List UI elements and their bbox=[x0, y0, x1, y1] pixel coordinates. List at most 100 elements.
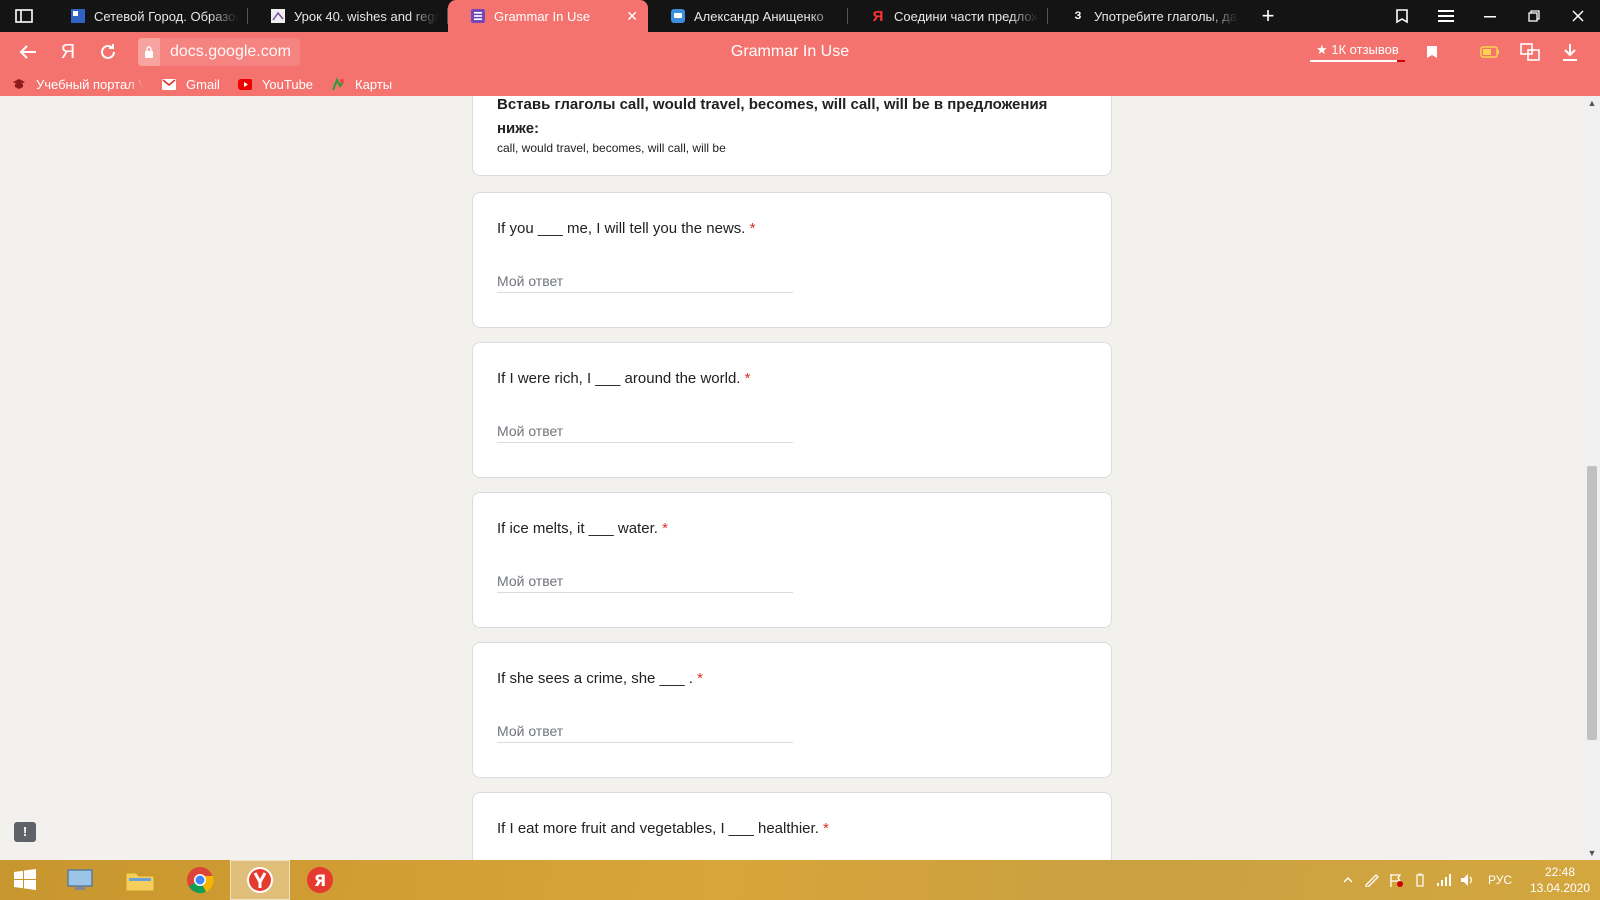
instructions-subtext: call, would travel, becomes, will call, … bbox=[497, 141, 726, 155]
svg-text:Я: Я bbox=[314, 871, 326, 890]
bookmark-page-button[interactable] bbox=[1418, 40, 1446, 64]
taskbar-control-panel[interactable] bbox=[50, 860, 110, 900]
plus-icon: + bbox=[1261, 3, 1275, 28]
tab-title: Сетевой Город. Образова bbox=[94, 8, 238, 24]
battery-tray-button[interactable] bbox=[1408, 873, 1432, 887]
show-hidden-icons-button[interactable] bbox=[1336, 877, 1360, 883]
pen-icon bbox=[1365, 874, 1379, 887]
collections-button[interactable] bbox=[1380, 0, 1424, 32]
required-asterisk: * bbox=[749, 220, 756, 237]
sidebar-icon bbox=[15, 9, 33, 23]
tab-title: Александр Анищенко bbox=[694, 8, 824, 24]
required-asterisk: * bbox=[744, 370, 751, 387]
restore-window-button[interactable] bbox=[1512, 0, 1556, 32]
scroll-down-arrow-icon[interactable]: ▼ bbox=[1584, 846, 1600, 860]
maps-icon bbox=[331, 77, 345, 91]
answer-input[interactable]: Мой ответ bbox=[497, 723, 793, 743]
close-tab-icon[interactable]: ✕ bbox=[626, 8, 638, 25]
tab-upotrebite-glagoly[interactable]: З Употребите глаголы, данн bbox=[1048, 0, 1248, 32]
question-card: If she sees a crime, she ___ . * Мой отв… bbox=[472, 642, 1112, 778]
tab-title: Употребите глаголы, данн bbox=[1094, 8, 1238, 24]
action-center-button[interactable] bbox=[1384, 873, 1408, 887]
signal-icon bbox=[1437, 874, 1451, 886]
clock[interactable]: 22:48 13.04.2020 bbox=[1520, 864, 1600, 896]
speaker-icon bbox=[1461, 874, 1472, 886]
question-card: If ice melts, it ___ water. * Мой ответ bbox=[472, 492, 1112, 628]
taskbar-chrome[interactable] bbox=[170, 860, 230, 900]
google-forms-favicon-icon bbox=[470, 8, 486, 24]
tab-title: Урок 40. wishes and regret bbox=[294, 8, 438, 24]
bookmark-uchebnyi-portal[interactable]: Учебный портал V bbox=[12, 77, 144, 92]
bookmark-maps[interactable]: Карты bbox=[331, 77, 392, 92]
scrollbar-thumb[interactable] bbox=[1587, 466, 1597, 740]
instructions-heading: Вставь глаголы call, would travel, becom… bbox=[497, 96, 1048, 137]
bookmark-youtube[interactable]: YouTube bbox=[237, 77, 313, 92]
hamburger-icon bbox=[1438, 10, 1454, 22]
page-scrollbar[interactable]: ▲ ▼ bbox=[1584, 96, 1600, 860]
question-text: If she sees a crime, she ___ . * bbox=[497, 670, 703, 687]
battery-saver-button[interactable] bbox=[1470, 46, 1510, 58]
znanija-favicon-icon: З bbox=[1074, 10, 1082, 22]
menu-button[interactable] bbox=[1424, 0, 1468, 32]
close-icon bbox=[1572, 10, 1584, 22]
question-text: If you ___ me, I will tell you the news.… bbox=[497, 220, 756, 237]
tab-lesson-40[interactable]: Урок 40. wishes and regret bbox=[248, 0, 448, 32]
question-text: If I eat more fruit and vegetables, I __… bbox=[497, 820, 829, 837]
windows-logo-icon bbox=[14, 869, 36, 890]
bookmark-label: Карты bbox=[355, 76, 393, 92]
address-bar: Я docs.google.com Grammar In Use ★ 1К от… bbox=[0, 32, 1600, 72]
setevoi-gorod-favicon-icon bbox=[70, 8, 86, 24]
download-icon bbox=[1563, 44, 1577, 61]
gmail-icon bbox=[162, 77, 176, 91]
chrome-icon bbox=[187, 867, 214, 894]
new-tab-button[interactable]: + bbox=[1248, 0, 1288, 32]
required-asterisk: * bbox=[697, 670, 703, 687]
bookmark-label: Учебный портал V bbox=[36, 76, 144, 92]
flag-icon bbox=[1390, 874, 1403, 887]
question-text: If ice melts, it ___ water. * bbox=[497, 520, 668, 537]
bookmark-icon bbox=[1427, 46, 1437, 58]
required-asterisk: * bbox=[662, 520, 668, 537]
yandex-icon: Я bbox=[307, 867, 333, 893]
bookmark-gmail[interactable]: Gmail bbox=[162, 77, 220, 92]
taskbar-file-explorer[interactable] bbox=[110, 860, 170, 900]
bookmarks-bar: Учебный портал V Gmail YouTube Карты bbox=[0, 72, 1600, 96]
chat-favicon-icon bbox=[670, 8, 686, 24]
scroll-up-arrow-icon[interactable]: ▲ bbox=[1584, 96, 1600, 110]
chevron-up-icon bbox=[1343, 877, 1353, 883]
report-problem-button[interactable]: ! bbox=[14, 822, 36, 842]
language-indicator[interactable]: РУС bbox=[1480, 873, 1520, 887]
form-instructions-card: Вставь глаголы call, would travel, becom… bbox=[472, 96, 1112, 176]
bookmark-label: Gmail bbox=[186, 76, 220, 92]
downloads-button[interactable] bbox=[1550, 43, 1590, 61]
translate-button[interactable] bbox=[1510, 43, 1550, 61]
clock-date: 13.04.2020 bbox=[1529, 881, 1591, 895]
translate-icon bbox=[1520, 43, 1540, 61]
document-favicon-icon bbox=[270, 8, 286, 24]
minimize-window-button[interactable] bbox=[1468, 0, 1512, 32]
question-card: If you ___ me, I will tell you the news.… bbox=[472, 192, 1112, 328]
pen-tray-button[interactable] bbox=[1360, 873, 1384, 887]
tab-aleksandr-anishchenko[interactable]: Александр Анищенко bbox=[648, 0, 848, 32]
answer-input[interactable]: Мой ответ bbox=[497, 273, 793, 293]
close-window-button[interactable] bbox=[1556, 0, 1600, 32]
computer-icon bbox=[67, 869, 93, 890]
volume-tray-button[interactable] bbox=[1456, 873, 1480, 887]
tab-setevoi-gorod[interactable]: Сетевой Город. Образова bbox=[48, 0, 248, 32]
reviews-button[interactable]: ★ 1К отзывов bbox=[1310, 40, 1405, 62]
tab-soedini-chasti[interactable]: Я Соедини части предложе bbox=[848, 0, 1048, 32]
start-button[interactable] bbox=[0, 860, 50, 900]
sidebar-toggle-button[interactable] bbox=[0, 0, 48, 32]
system-tray: РУС 22:48 13.04.2020 bbox=[1336, 860, 1600, 900]
taskbar-yandex-browser[interactable] bbox=[230, 860, 290, 900]
windows-taskbar: Я РУС 22:48 13.04.2020 bbox=[0, 860, 1600, 900]
network-tray-button[interactable] bbox=[1432, 874, 1456, 886]
tab-grammar-in-use[interactable]: Grammar In Use ✕ bbox=[448, 0, 648, 32]
taskbar-yandex[interactable]: Я bbox=[290, 860, 350, 900]
answer-input[interactable]: Мой ответ bbox=[497, 573, 793, 593]
question-card: If I eat more fruit and vegetables, I __… bbox=[472, 792, 1112, 860]
battery-icon bbox=[1480, 46, 1499, 58]
answer-input[interactable]: Мой ответ bbox=[497, 423, 793, 443]
required-asterisk: * bbox=[823, 820, 829, 837]
tab-title: Соедини части предложе bbox=[894, 8, 1038, 24]
